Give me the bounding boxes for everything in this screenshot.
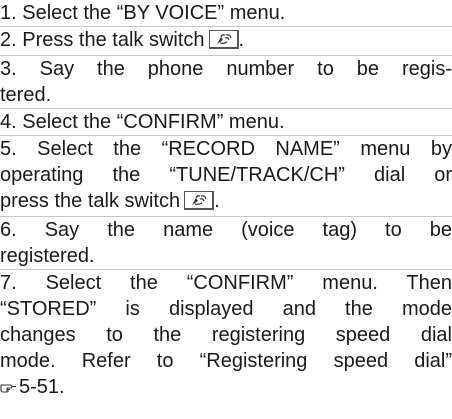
step-3-line-1: 3. Say the phone number to be regis-	[0, 58, 452, 80]
page-reference[interactable]: 5-51.	[19, 376, 65, 398]
step-6-line-1: 6. Say the name (voice tag) to be	[0, 219, 452, 241]
step-7-line-1: 7. Select the “CONFIRM” menu. Then	[0, 272, 452, 294]
step-7: 7. Select the “CONFIRM” menu. Then “STOR…	[0, 270, 452, 400]
step-5: 5. Select the “RECORD NAME” menu by oper…	[0, 136, 452, 216]
step-7-line-4: mode. Refer to “Registering speed dial”	[0, 350, 452, 372]
step-3-line-2: tered.	[0, 84, 52, 106]
step-5-text: press the talk switch	[0, 190, 181, 212]
step-1: 1. Select the “BY VOICE” menu.	[0, 0, 452, 26]
step-7-line-2: “STORED” is displayed and the mode	[0, 298, 452, 320]
step-2-period: .	[238, 29, 245, 51]
step-5-line-2: operating the “TUNE/TRACK/CH” dial or	[0, 164, 452, 186]
step-7-line-3: changes to the registering speed dial	[0, 324, 452, 346]
step-2: 2. Press the talk switch.	[0, 27, 452, 55]
step-5-line-3: press the talk switch.	[0, 188, 452, 214]
talk-switch-icon	[184, 191, 215, 210]
step-4-line-1: 4. Select the “CONFIRM” menu.	[0, 111, 285, 133]
step-4: 4. Select the “CONFIRM” menu.	[0, 109, 452, 135]
step-2-line-1: 2. Press the talk switch.	[0, 27, 452, 53]
talk-switch-icon	[208, 30, 239, 49]
step-6: 6. Say the name (voice tag) to be regist…	[0, 217, 452, 269]
step-2-text: 2. Press the talk switch	[0, 29, 205, 51]
step-3: 3. Say the phone number to be regis- ter…	[0, 56, 452, 108]
step-6-line-2: registered.	[0, 245, 95, 267]
instruction-list: 1. Select the “BY VOICE” menu. 2. Press …	[0, 0, 452, 400]
pointing-hand-icon	[0, 384, 16, 393]
step-7-line-5: 5-51.	[0, 374, 452, 400]
step-1-line-1: 1. Select the “BY VOICE” menu.	[0, 2, 286, 24]
step-5-line-1: 5. Select the “RECORD NAME” menu by	[0, 138, 452, 160]
step-5-period: .	[214, 190, 220, 212]
